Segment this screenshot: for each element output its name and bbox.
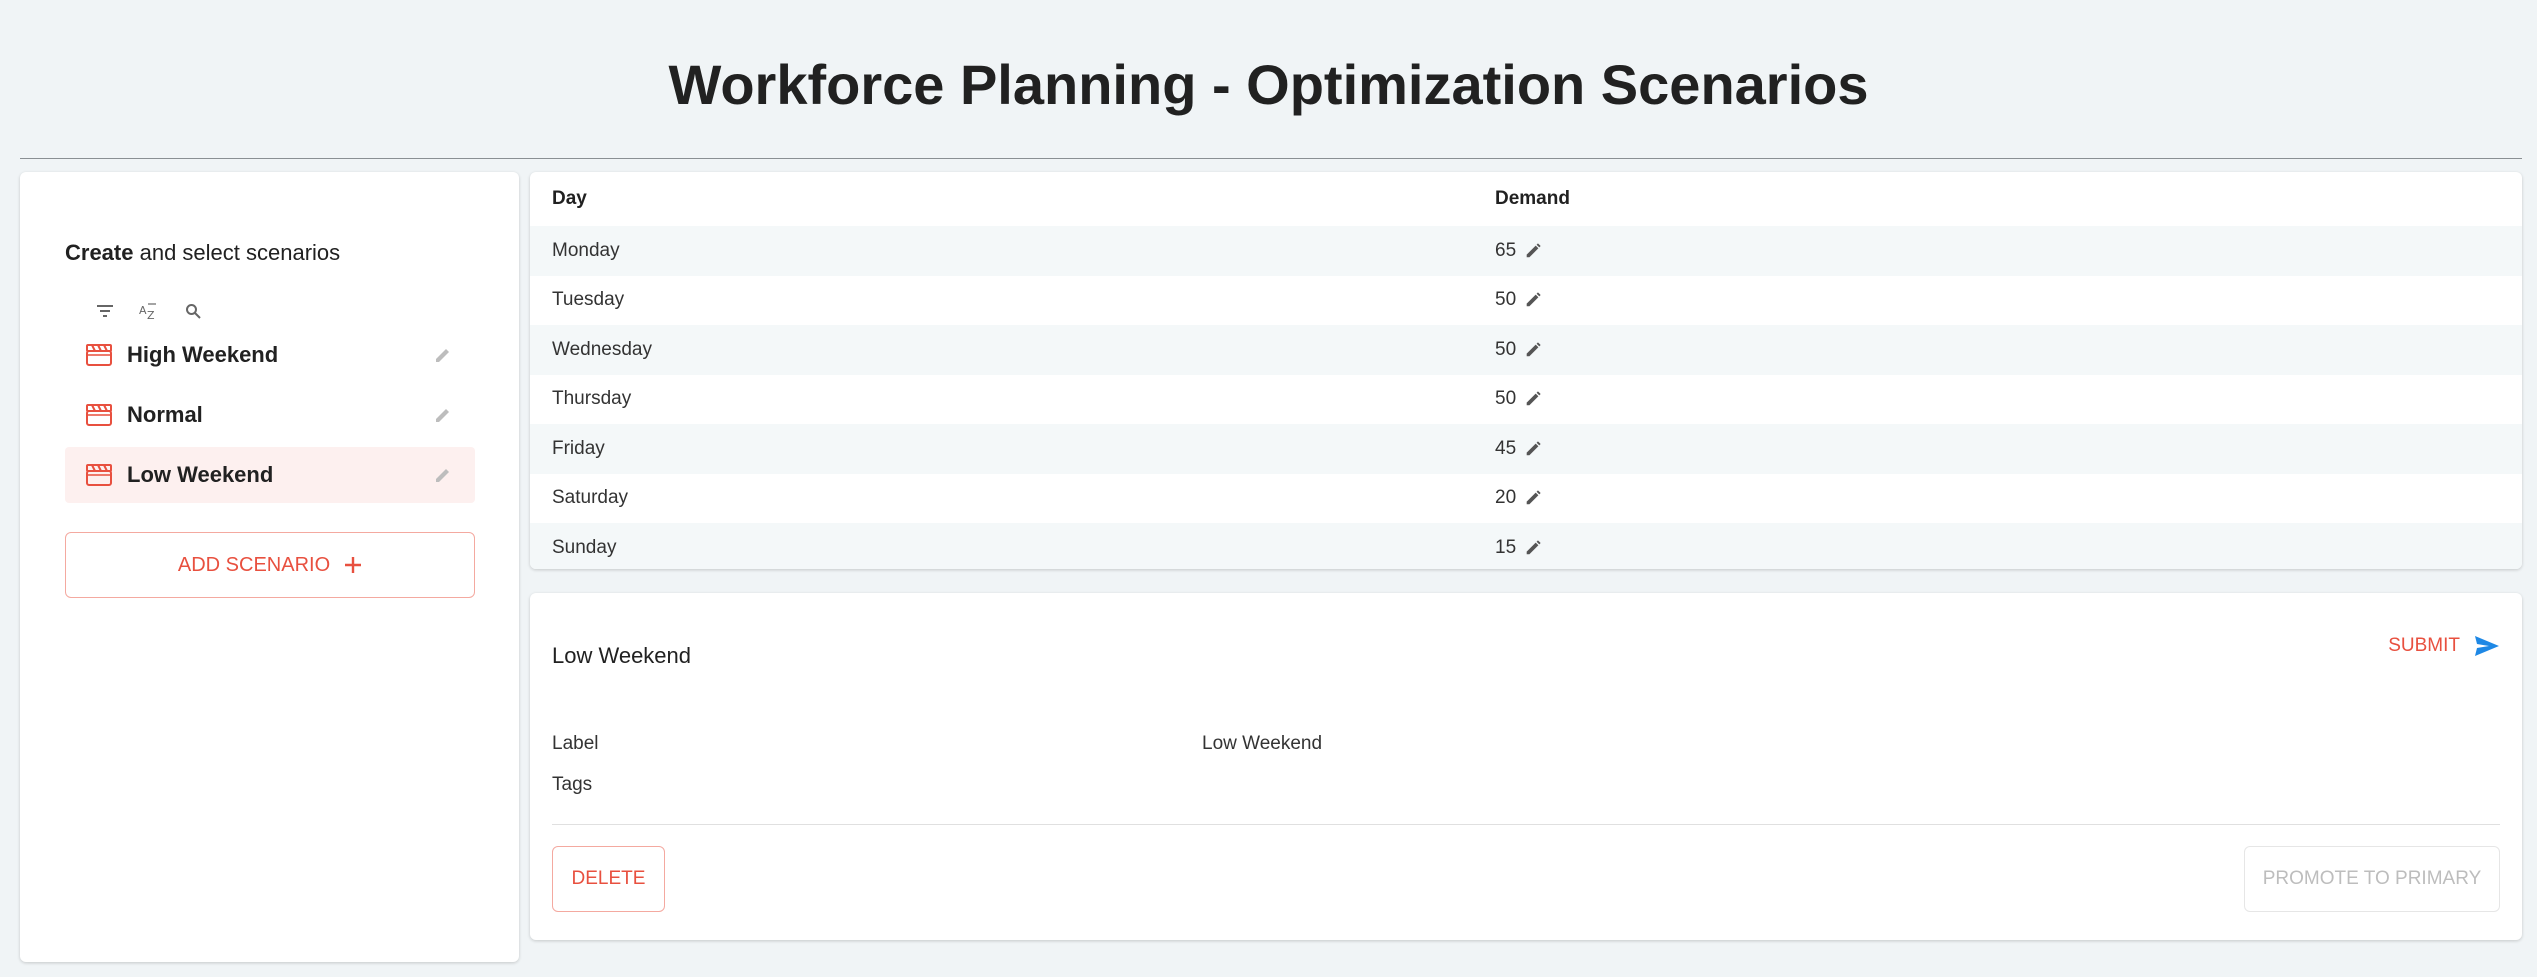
scenario-detail-card: Low Weekend SUBMIT Label Low Weekend Tag… [530, 593, 2522, 940]
scenario-title: Low Weekend [552, 643, 692, 668]
day-column-header: Day [552, 188, 587, 209]
table-row: Thursday 50 [530, 375, 2522, 425]
table-row: Monday 65 [530, 226, 2522, 276]
clapperboard-icon [86, 464, 112, 486]
scenario-sidebar: Create and select scenarios AZ High Week… [20, 172, 519, 962]
scenario-name: Low Weekend [127, 462, 274, 487]
edit-demand-icon[interactable] [1524, 489, 1542, 507]
demand-cell: 50 [1495, 289, 1517, 311]
edit-demand-icon[interactable] [1524, 291, 1542, 309]
demand-cell: 50 [1495, 338, 1517, 360]
edit-demand-icon[interactable] [1524, 390, 1542, 408]
label-field-label: Label [552, 733, 599, 754]
demand-cell: 65 [1495, 239, 1517, 261]
demand-column-header: Demand [1495, 188, 1570, 209]
scenario-name: High Weekend [127, 342, 279, 367]
scenario-name: Normal [127, 402, 203, 427]
title-divider [20, 158, 2522, 159]
sidebar-heading-bold: Create [65, 240, 134, 265]
tags-field-label: Tags [552, 774, 593, 795]
scenario-toolbar: AZ [92, 298, 206, 324]
filter-icon[interactable] [92, 298, 118, 324]
label-field-value: Low Weekend [1202, 733, 1323, 754]
plus-icon [345, 557, 362, 573]
edit-demand-icon[interactable] [1524, 341, 1542, 359]
promote-to-primary-button[interactable]: PROMOTE TO PRIMARY [2244, 846, 2500, 912]
edit-demand-icon[interactable] [1524, 440, 1542, 458]
add-scenario-label: ADD SCENARIO [177, 553, 331, 576]
table-body: Monday 65 Tuesday 50 Wednesday 50 Thursd… [530, 226, 2522, 569]
day-cell: Thursday [552, 388, 632, 410]
add-scenario-button[interactable]: ADD SCENARIO [65, 532, 475, 598]
sort-az-icon[interactable]: AZ [136, 298, 162, 324]
table-row: Sunday 15 [530, 523, 2522, 569]
day-cell: Sunday [552, 536, 617, 558]
delete-button[interactable]: DELETE [552, 846, 665, 912]
demand-cell: 20 [1495, 487, 1517, 509]
sidebar-heading: Create and select scenarios [65, 240, 340, 266]
submit-label: SUBMIT [2388, 635, 2460, 656]
edit-icon[interactable] [433, 405, 453, 425]
demand-cell: 15 [1495, 536, 1517, 558]
scenario-item-low-weekend[interactable]: Low Weekend [65, 447, 475, 503]
day-cell: Saturday [552, 487, 629, 509]
submit-button[interactable]: SUBMIT [2388, 635, 2500, 657]
edit-demand-icon[interactable] [1524, 242, 1542, 260]
page-title: Workforce Planning - Optimization Scenar… [668, 53, 1869, 116]
table-header: Day Demand [530, 172, 2522, 226]
table-row: Saturday 20 [530, 474, 2522, 524]
send-icon [2475, 636, 2499, 656]
edit-demand-icon[interactable] [1524, 539, 1542, 557]
scenario-list: High Weekend Normal Low Weekend [65, 327, 475, 507]
clapperboard-icon [86, 404, 112, 426]
day-cell: Friday [552, 437, 605, 459]
demand-cell: 50 [1495, 388, 1517, 410]
demand-table: Day Demand Monday 65 Tuesday 50 Wednesda… [530, 172, 2522, 569]
clapperboard-icon [86, 344, 112, 366]
day-cell: Monday [552, 239, 620, 261]
table-row: Wednesday 50 [530, 325, 2522, 375]
table-row: Friday 45 [530, 424, 2522, 474]
demand-cell: 45 [1495, 437, 1517, 459]
edit-icon[interactable] [433, 345, 453, 365]
table-row: Tuesday 50 [530, 276, 2522, 326]
svg-text:Z: Z [147, 309, 155, 320]
svg-text:A: A [139, 304, 147, 317]
search-icon[interactable] [180, 298, 206, 324]
detail-divider [552, 824, 2500, 825]
scenario-item-normal[interactable]: Normal [65, 387, 475, 443]
day-cell: Wednesday [552, 338, 652, 360]
edit-icon[interactable] [433, 465, 453, 485]
scenario-item-high-weekend[interactable]: High Weekend [65, 327, 475, 383]
sidebar-heading-rest: and select scenarios [133, 240, 341, 265]
day-cell: Tuesday [552, 289, 625, 311]
